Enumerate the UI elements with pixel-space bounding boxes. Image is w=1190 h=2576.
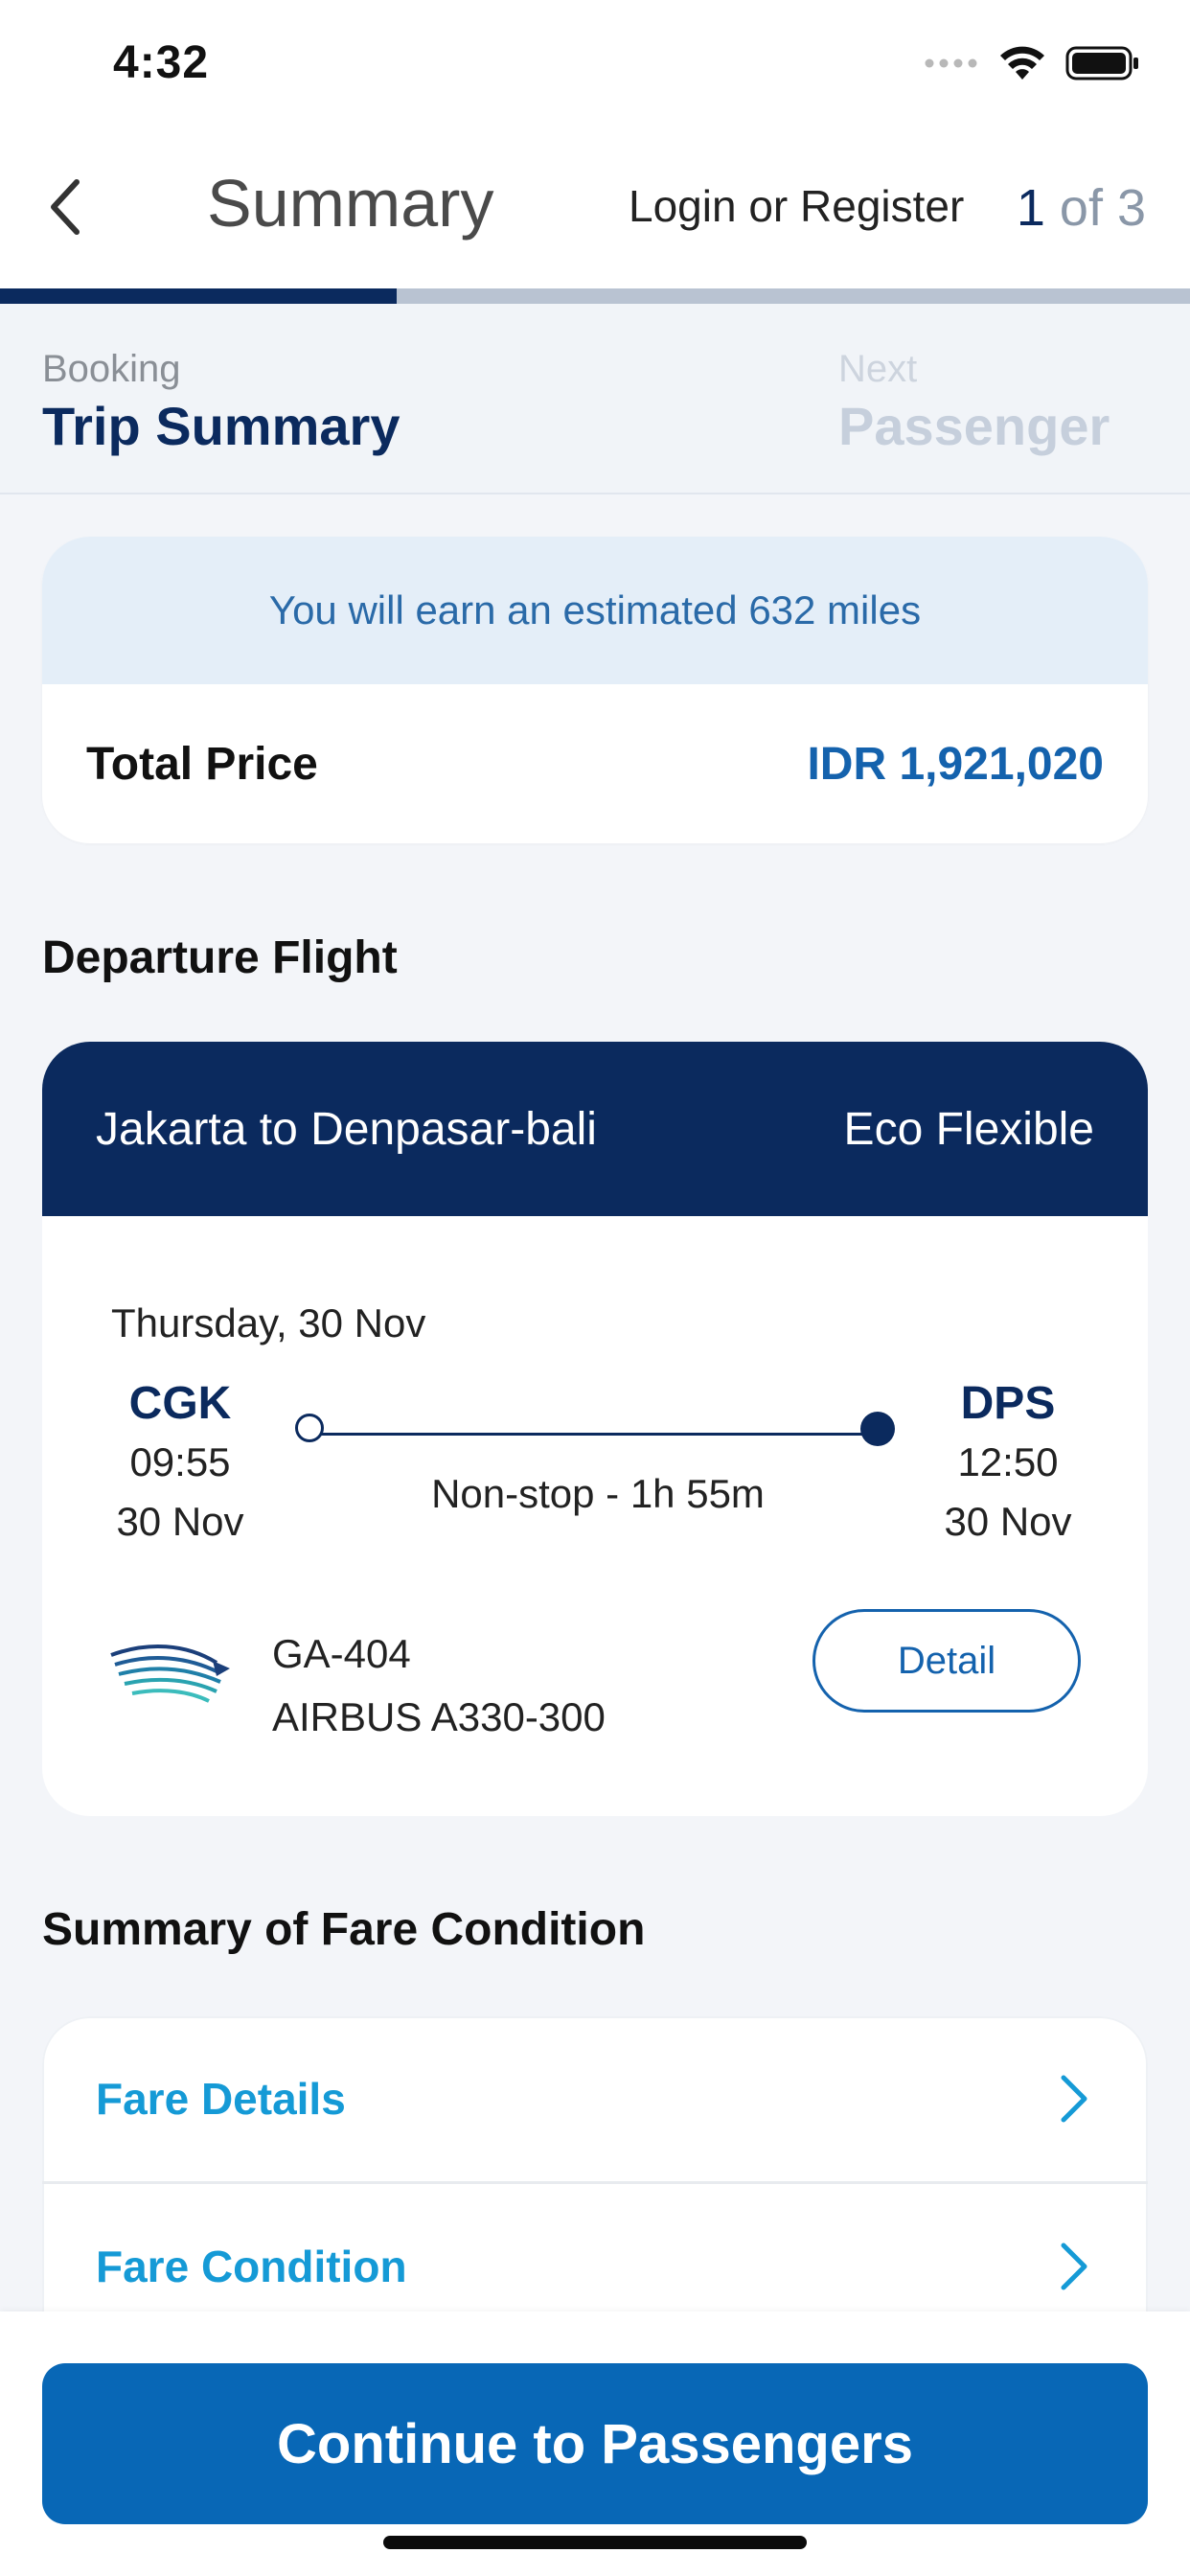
- signal-icon: [925, 58, 977, 68]
- fare-details-label: Fare Details: [96, 2074, 346, 2124]
- chevron-right-icon: [1061, 2242, 1087, 2290]
- breadcrumb-next: Next Passenger: [838, 348, 1110, 457]
- price-card: You will earn an estimated 632 miles Tot…: [42, 537, 1148, 843]
- login-register-link[interactable]: Login or Register: [629, 180, 964, 232]
- origin-block: CGK 09:55 30 Nov: [84, 1377, 276, 1545]
- fare-details-item[interactable]: Fare Details: [42, 2016, 1148, 2181]
- fare-section-title: Summary of Fare Condition: [42, 1904, 646, 1955]
- flight-number: GA-404: [272, 1631, 411, 1676]
- destination-date: 30 Nov: [944, 1499, 1072, 1544]
- continue-button[interactable]: Continue to Passengers: [42, 2363, 1148, 2524]
- aircraft-type: AIRBUS A330-300: [272, 1694, 606, 1739]
- miles-banner: You will earn an estimated 632 miles: [42, 537, 1148, 684]
- origin-code: CGK: [128, 1378, 232, 1429]
- back-button[interactable]: [36, 169, 94, 245]
- chevron-right-icon: [1061, 2075, 1087, 2123]
- departure-section-title: Departure Flight: [42, 932, 398, 983]
- chevron-left-icon: [51, 179, 80, 235]
- step-total: of 3: [1044, 179, 1146, 237]
- step-current: 1: [1016, 179, 1045, 237]
- flight-card-header: Jakarta to Denpasar-bali Eco Flexible: [42, 1042, 1148, 1216]
- home-indicator: [383, 2536, 807, 2549]
- origin-date: 30 Nov: [116, 1499, 244, 1544]
- breadcrumb: Booking Trip Summary Next Passenger: [0, 304, 1190, 494]
- breadcrumb-current-label: Booking: [42, 348, 181, 390]
- flight-duration: Non-stop - 1h 55m: [431, 1471, 765, 1516]
- destination-code: DPS: [960, 1378, 1056, 1429]
- breadcrumb-current: Booking Trip Summary: [42, 348, 400, 457]
- fare-class: Eco Flexible: [843, 1103, 1094, 1155]
- status-time: 4:32: [113, 37, 210, 88]
- origin-time: 09:55: [129, 1439, 231, 1484]
- total-price-row: Total Price IDR 1,921,020: [42, 684, 1148, 843]
- breadcrumb-next-label: Next: [838, 348, 918, 390]
- destination-time: 12:50: [957, 1439, 1059, 1484]
- flight-date: Thursday, 30 Nov: [111, 1300, 426, 1346]
- origin-dot: [295, 1414, 324, 1442]
- progress-fill: [0, 288, 397, 304]
- breadcrumb-current-title: Trip Summary: [42, 396, 400, 456]
- breadcrumb-next-title: Passenger: [838, 396, 1110, 456]
- battery-icon: [1065, 46, 1138, 80]
- step-indicator: 1 of 3: [1017, 178, 1146, 238]
- flight-route: Jakarta to Denpasar-bali: [96, 1103, 597, 1155]
- airline-logo: [110, 1644, 230, 1703]
- fare-condition-label: Fare Condition: [96, 2242, 407, 2291]
- detail-button[interactable]: Detail: [812, 1609, 1081, 1713]
- total-price-value: IDR 1,921,020: [807, 738, 1104, 790]
- flight-card-body: Thursday, 30 Nov CGK 09:55 30 Nov Non-st…: [42, 1216, 1148, 1816]
- destination-dot: [860, 1412, 895, 1446]
- total-price-label: Total Price: [86, 738, 318, 790]
- flight-info: GA-404 AIRBUS A330-300: [272, 1622, 606, 1749]
- bottom-bar: Continue to Passengers: [0, 2312, 1190, 2576]
- app-header: 4:32 Summary Login or Register 1 of 3: [0, 0, 1190, 293]
- route-line: [314, 1433, 887, 1436]
- destination-block: DPS 12:50 30 Nov: [912, 1377, 1104, 1545]
- status-icons: [924, 42, 1140, 84]
- flight-card: Jakarta to Denpasar-bali Eco Flexible Th…: [42, 1042, 1148, 1816]
- page-title: Summary: [207, 166, 494, 241]
- wifi-icon: [1000, 46, 1044, 80]
